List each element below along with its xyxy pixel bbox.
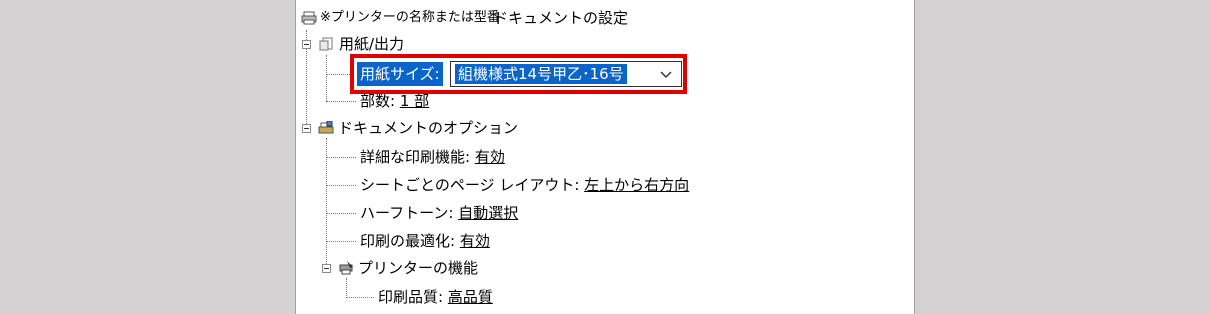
advanced-printing-value[interactable]: 有効 [475,148,505,166]
paper-size-label: 用紙サイズ: [357,62,443,86]
copies-value[interactable]: 1 部 [400,92,429,110]
print-optimization-setting[interactable]: 印刷の最適化: 有効 [360,232,490,250]
tree-node-paper-output[interactable]: 用紙/出力 [339,35,404,53]
paper-output-icon [319,37,333,51]
copies-setting[interactable]: 部数: 1 部 [360,92,429,110]
advanced-printing-setting[interactable]: 詳細な印刷機能: 有効 [360,148,505,166]
page-layout-label: シートごとのページ レイアウト: [360,176,580,194]
halftone-value[interactable]: 自動選択 [458,204,518,222]
tree-connector [326,185,356,186]
print-quality-value[interactable]: 高品質 [448,288,493,306]
chevron-down-icon[interactable] [657,65,675,83]
print-quality-setting[interactable]: 印刷品質: 高品質 [378,288,493,306]
tree-connector [346,278,347,298]
advanced-printing-label: 詳細な印刷機能: [360,148,471,166]
print-optimization-value[interactable]: 有効 [460,232,490,250]
tree-connector [326,55,327,101]
tree-connector [326,241,356,242]
print-optimization-label: 印刷の最適化: [360,232,456,250]
printer-icon [301,11,317,25]
tree-connector [326,157,356,158]
printer-features-icon [339,261,353,275]
tree-node-printer-features[interactable]: プリンターの機能 [358,259,478,277]
paper-size-value: 組機様式14号甲乙･16号 [455,64,627,84]
tree-connector [326,213,356,214]
collapse-toggle-document-options[interactable] [302,124,311,133]
document-options-icon [318,121,334,134]
paper-size-dropdown[interactable]: 組機様式14号甲乙･16号 [450,61,682,87]
tree-connector [346,297,374,298]
halftone-label: ハーフトーン: [360,204,454,222]
page-layout-value[interactable]: 左上から右方向 [584,176,689,194]
copies-label: 部数: [360,92,396,110]
tree-connector [326,101,356,102]
collapse-toggle-printer-features[interactable] [322,264,331,273]
printer-name: ※プリンターの名称または型番 [320,10,500,25]
halftone-setting[interactable]: ハーフトーン: 自動選択 [360,204,518,222]
tree-node-document-options[interactable]: ドキュメントのオプション [338,119,518,137]
tree-connector [326,74,352,75]
print-quality-label: 印刷品質: [378,288,444,306]
page-title: ドキュメントの設定 [493,9,629,27]
page-layout-setting[interactable]: シートごとのページ レイアウト: 左上から右方向 [360,176,689,194]
collapse-toggle-paper-output[interactable] [302,40,311,49]
